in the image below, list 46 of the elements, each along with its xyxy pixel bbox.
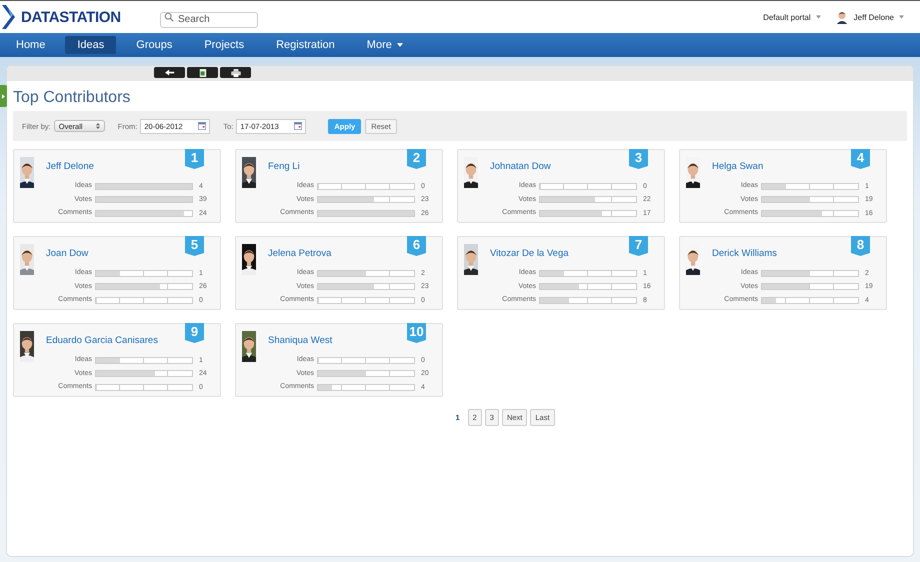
logo-icon [0, 4, 18, 30]
spinner-arrows-icon [96, 123, 100, 129]
rank-ribbon: 7 [629, 236, 648, 256]
rank-ribbon: 3 [629, 149, 648, 169]
calendar-icon[interactable] [198, 122, 206, 130]
contributor-name-link[interactable]: Jelena Petrova [268, 248, 332, 259]
rank-ribbon: 5 [185, 236, 204, 256]
portal-dropdown[interactable]: Default portal [763, 12, 821, 22]
rank-ribbon: 6 [407, 236, 426, 256]
nav-tab[interactable]: Ideas [65, 36, 116, 54]
side-panel-toggle[interactable] [0, 85, 7, 107]
printer-icon [230, 68, 240, 76]
nav-tab[interactable]: Projects [192, 36, 256, 54]
spreadsheet-icon [198, 68, 208, 76]
rank-ribbon: 10 [407, 323, 426, 343]
rank-ribbon: 9 [185, 323, 204, 343]
caret-icon [899, 15, 904, 19]
export-button[interactable] [187, 67, 218, 78]
user-menu[interactable]: Jeff Delone [834, 10, 904, 24]
contributor-name-link[interactable]: Feng Li [268, 161, 300, 172]
contributor-name-link[interactable]: Helga Swan [712, 161, 764, 172]
logo: DATASTATION [21, 8, 121, 26]
contributor-name-link[interactable]: Vitozar De la Vega [490, 248, 569, 259]
contributor-name-link[interactable]: Joan Dow [46, 248, 88, 259]
contributor-name-link[interactable]: Jeff Delone [46, 161, 94, 172]
rank-ribbon: 8 [851, 236, 870, 256]
rank-ribbon: 4 [851, 149, 870, 169]
contributor-name-link[interactable]: Johnatan Dow [490, 161, 551, 172]
nav-tab[interactable]: More [354, 36, 415, 54]
nav-tab[interactable]: Groups [124, 36, 184, 54]
search-field[interactable]: Search [160, 12, 258, 28]
page-title: Top Contributors [13, 89, 132, 107]
caret-icon [816, 15, 821, 19]
print-button[interactable] [220, 67, 251, 78]
back-arrow-icon [164, 68, 174, 76]
search-icon [164, 12, 174, 22]
rank-ribbon: 1 [185, 149, 204, 169]
contributor-name-link[interactable]: Derick Williams [712, 248, 777, 259]
contributor-name-link[interactable]: Shaniqua West [268, 335, 332, 346]
expand-arrow-icon [2, 94, 5, 98]
contributor-name-link[interactable]: Eduardo Garcia Canisares [46, 335, 158, 346]
calendar-icon[interactable] [294, 122, 302, 130]
back-button[interactable] [154, 67, 185, 78]
nav-tab[interactable]: Home [4, 36, 58, 54]
nav-tab[interactable]: Registration [264, 36, 347, 54]
rank-ribbon: 2 [407, 149, 426, 169]
